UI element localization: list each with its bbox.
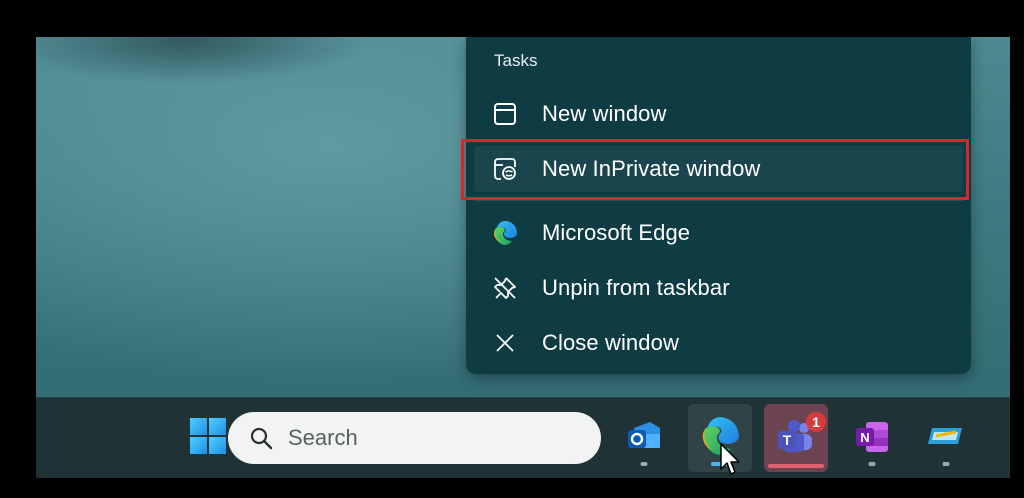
taskbar-app-outlook[interactable]	[612, 404, 676, 472]
attention-indicator	[768, 464, 824, 468]
taskbar-app-teams[interactable]: T 1	[764, 404, 828, 472]
menu-item-new-window[interactable]: New window	[474, 91, 963, 137]
close-icon	[490, 328, 520, 358]
windows-logo-icon	[188, 416, 228, 461]
start-button[interactable]	[186, 416, 230, 460]
menu-item-label: Unpin from taskbar	[542, 275, 730, 300]
onenote-icon: N	[852, 416, 892, 461]
window-icon	[490, 99, 520, 129]
edge-jump-list: Tasks New window New InPrivate window Mi…	[466, 37, 971, 374]
section-header-tasks: Tasks	[494, 51, 538, 70]
running-indicator	[942, 462, 950, 466]
taskbar-app-notepad[interactable]	[914, 404, 978, 472]
edge-icon	[490, 218, 520, 248]
outlook-icon	[624, 416, 664, 461]
search-placeholder: Search	[288, 425, 358, 450]
menu-item-label: Close window	[542, 330, 679, 355]
mouse-cursor-icon	[720, 443, 740, 477]
notification-badge: 1	[806, 412, 826, 432]
taskbar-app-onenote[interactable]: N	[840, 404, 904, 472]
taskbar: Search T 1 N	[36, 397, 1010, 478]
running-indicator	[640, 462, 648, 466]
menu-item-label: New window	[542, 101, 667, 126]
menu-item-new-inprivate-window[interactable]: New InPrivate window	[474, 146, 963, 192]
menu-item-label: Microsoft Edge	[542, 220, 691, 245]
search-icon	[248, 425, 274, 451]
menu-divider	[474, 200, 963, 201]
menu-item-close-window[interactable]: Close window	[474, 320, 963, 366]
menu-item-unpin-from-taskbar[interactable]: Unpin from taskbar	[474, 265, 963, 311]
taskbar-search-box[interactable]: Search	[228, 412, 601, 464]
inprivate-window-icon	[490, 154, 520, 184]
menu-item-label: New InPrivate window	[542, 156, 761, 181]
svg-text:N: N	[860, 430, 869, 445]
menu-item-microsoft-edge[interactable]: Microsoft Edge	[474, 210, 963, 256]
notepad-icon	[926, 416, 966, 461]
running-indicator	[868, 462, 876, 466]
screenshot-frame: Tasks New window New InPrivate window Mi…	[0, 0, 1024, 498]
svg-text:T: T	[783, 432, 792, 448]
unpin-icon	[490, 273, 520, 303]
